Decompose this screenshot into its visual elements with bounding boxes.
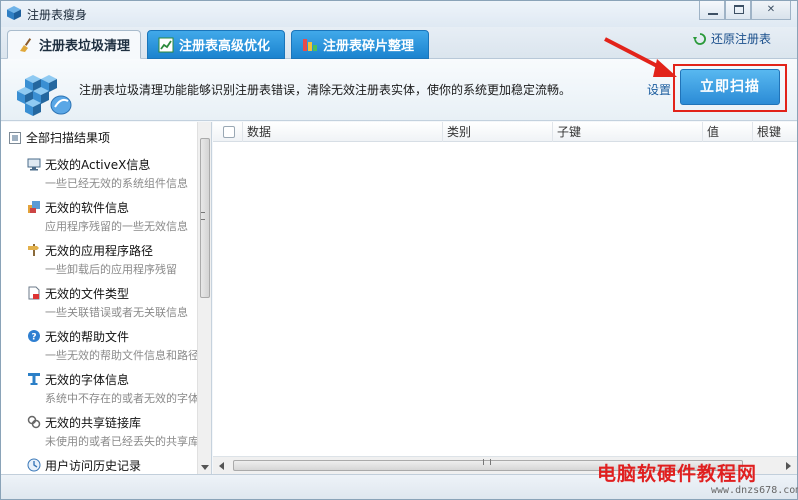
tab-junk-clean[interactable]: 注册表垃圾清理 [7, 30, 141, 59]
tree-item-title: 无效的ActiveX信息 [45, 157, 151, 172]
column-data[interactable]: 数据 [243, 122, 443, 142]
tree-scrollbar[interactable] [197, 122, 211, 474]
main-window: 注册表瘦身 ✕ 注册表垃圾清理 注册表高级优化 注册表碎片整理 还原注册表 注册… [0, 0, 798, 500]
close-icon: ✕ [766, 4, 776, 15]
tree-item-title: 无效的软件信息 [45, 200, 130, 215]
tab-label: 注册表碎片整理 [323, 39, 415, 54]
title-bar: 注册表瘦身 ✕ [1, 1, 797, 27]
tree-item-title: 无效的帮助文件 [45, 329, 130, 344]
tree-item-title: 无效的共享链接库 [45, 415, 142, 430]
tree-item-activex[interactable]: 无效的ActiveX信息 一些已经无效的系统组件信息 [27, 156, 199, 191]
font-icon [28, 373, 40, 385]
minimize-button[interactable] [699, 1, 725, 20]
software-icon [28, 201, 40, 213]
maximize-button[interactable] [725, 1, 751, 20]
tree-item-desc: 一些卸载后的应用程序残留 [45, 263, 177, 276]
tab-defrag[interactable]: 注册表碎片整理 [291, 30, 429, 59]
app-cube-icon [7, 6, 21, 20]
scroll-grip-icon [201, 212, 205, 220]
select-all-column [213, 122, 243, 142]
results-column-header: 数据 类别 子键 值 根键 [213, 122, 797, 142]
chart-icon [158, 37, 174, 52]
red-arrow-annotation [604, 37, 677, 77]
window-controls: ✕ [699, 1, 791, 21]
tree-root-icon [9, 131, 21, 144]
column-root-key[interactable]: 根键 [753, 122, 797, 142]
tree-item-shared-dll[interactable]: 无效的共享链接库 未使用的或者已经丢失的共享库 [27, 414, 199, 449]
tree-item-font[interactable]: 无效的字体信息 系统中不存在的或者无效的字体 [27, 371, 199, 406]
tree-item-title: 无效的文件类型 [45, 286, 130, 301]
scroll-grip-icon [483, 459, 491, 465]
tree-item-desc: 一些无效的帮助文件信息和路径 [45, 349, 197, 362]
scan-results-list: 数据 类别 子键 值 根键 [213, 122, 797, 474]
tree-item-title: 用户访问历史记录 [45, 458, 142, 473]
minimize-icon [708, 13, 718, 15]
tab-label: 注册表高级优化 [179, 39, 271, 54]
scan-category-tree: 全部扫描结果项 无效的ActiveX信息 一些已经无效的系统组件信息 无效的软件… [1, 122, 212, 474]
tree-item-title: 无效的应用程序路径 [45, 243, 154, 258]
column-value[interactable]: 值 [703, 122, 753, 142]
file-type-icon [28, 286, 40, 300]
tree-item-desc: 系统中不存在的或者无效的字体 [45, 392, 197, 405]
tree-item-title: 无效的字体信息 [45, 372, 130, 387]
svg-text:?: ? [31, 333, 36, 343]
scroll-down-icon[interactable] [201, 465, 209, 470]
tree-item-software[interactable]: 无效的软件信息 应用程序残留的一些无效信息 [27, 199, 199, 234]
watermark-text: 电脑软硬件教程网 [597, 463, 758, 485]
tab-label: 注册表垃圾清理 [39, 39, 131, 54]
tree-item-desc: 未使用的或者已经丢失的共享库 [45, 435, 197, 448]
tree-item-file-type[interactable]: 无效的文件类型 一些关联错误或者无关联信息 [27, 285, 199, 320]
maximize-icon [734, 5, 744, 14]
close-button[interactable]: ✕ [751, 1, 791, 20]
app-path-icon [28, 244, 39, 256]
tree-item-history[interactable]: 用户访问历史记录 [27, 457, 199, 473]
help-icon: ? [28, 330, 40, 343]
site-watermark: 电脑软硬件教程网 www.dnzs678.com [591, 459, 798, 499]
activex-icon [27, 158, 41, 171]
restore-registry-link[interactable]: 还原注册表 [692, 30, 771, 47]
watermark-url: www.dnzs678.com [711, 485, 798, 496]
column-subkey[interactable]: 子键 [553, 122, 703, 142]
select-all-checkbox[interactable] [223, 126, 235, 138]
defrag-icon [303, 38, 317, 51]
settings-link[interactable]: 设置 [647, 81, 671, 98]
tree-item-help[interactable]: ? 无效的帮助文件 一些无效的帮助文件信息和路径 [27, 328, 199, 363]
shared-dll-icon [27, 415, 41, 429]
tree-item-desc: 一些关联错误或者无关联信息 [45, 306, 188, 319]
history-icon [27, 458, 41, 472]
tree-root-label: 全部扫描结果项 [26, 131, 111, 145]
broom-icon [20, 37, 32, 52]
scroll-left-icon[interactable] [219, 462, 224, 470]
column-category[interactable]: 类别 [443, 122, 553, 142]
registry-cubes-icon [17, 75, 72, 116]
restore-icon [692, 32, 706, 45]
tree-item-desc: 一些已经无效的系统组件信息 [45, 177, 188, 190]
tree-item-desc: 应用程序残留的一些无效信息 [45, 220, 188, 233]
tab-advanced-optimize[interactable]: 注册表高级优化 [147, 30, 285, 59]
banner-description: 注册表垃圾清理功能能够识别注册表错误，清除无效注册表实体，使你的系统更加稳定流畅… [79, 83, 572, 97]
restore-label: 还原注册表 [710, 32, 771, 46]
tree-root[interactable]: 全部扫描结果项 [9, 129, 110, 146]
scan-now-button[interactable]: 立即扫描 [680, 69, 780, 105]
tree-item-app-path[interactable]: 无效的应用程序路径 一些卸载后的应用程序残留 [27, 242, 199, 277]
window-title: 注册表瘦身 [27, 8, 88, 22]
